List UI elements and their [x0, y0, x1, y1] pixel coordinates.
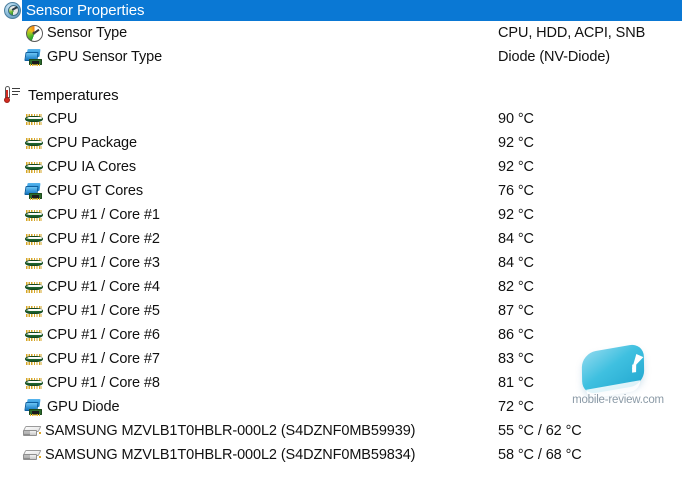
sensor-row-cpu1-core4[interactable]: CPU #1 / Core #4 82 °C	[0, 275, 682, 299]
chip-icon	[24, 229, 44, 249]
chip-icon	[24, 349, 44, 369]
sensor-label: CPU #1 / Core #7	[47, 350, 160, 367]
section-title: Sensor Properties	[26, 2, 145, 19]
sensor-label: SAMSUNG MZVLB1T0HBLR-000L2 (S4DZNF0MB599…	[45, 422, 416, 439]
section-header-temperatures[interactable]: Temperatures	[0, 83, 682, 107]
gauge-sphere-icon	[4, 1, 22, 20]
sensor-label: CPU #1 / Core #8	[47, 374, 160, 391]
sensor-value: 86 °C	[498, 326, 534, 343]
sensor-label: CPU #1 / Core #6	[47, 326, 160, 343]
thermometer-icon	[3, 85, 23, 105]
sensor-value: 92 °C	[498, 158, 534, 175]
chip-icon	[24, 301, 44, 321]
chip-icon	[24, 325, 44, 345]
sensor-row-ssd-2[interactable]: SAMSUNG MZVLB1T0HBLR-000L2 (S4DZNF0MB598…	[0, 443, 682, 467]
chip-icon	[24, 157, 44, 177]
drive-icon	[22, 421, 42, 441]
gpu-icon	[23, 181, 44, 201]
sensor-value: 92 °C	[498, 206, 534, 223]
sensor-label: SAMSUNG MZVLB1T0HBLR-000L2 (S4DZNF0MB598…	[45, 446, 416, 463]
chip-icon	[24, 109, 44, 129]
sensor-row-ssd-1[interactable]: SAMSUNG MZVLB1T0HBLR-000L2 (S4DZNF0MB599…	[0, 419, 682, 443]
sensor-row-cpu-ia-cores[interactable]: CPU IA Cores 92 °C	[0, 155, 682, 179]
section-header-sensor-properties[interactable]: Sensor Properties	[0, 0, 682, 21]
sensor-label: GPU Diode	[47, 398, 120, 415]
gauge-icon	[24, 23, 44, 43]
sensor-value: 87 °C	[498, 302, 534, 319]
sensor-label: GPU Sensor Type	[47, 48, 163, 65]
sensor-label: CPU Package	[47, 134, 137, 151]
sensor-row-cpu1-core1[interactable]: CPU #1 / Core #1 92 °C	[0, 203, 682, 227]
sensor-label: CPU #1 / Core #3	[47, 254, 160, 271]
section-title: Temperatures	[28, 86, 119, 104]
sensor-value: 83 °C	[498, 350, 534, 367]
sensor-row-cpu1-core6[interactable]: CPU #1 / Core #6 86 °C	[0, 323, 682, 347]
sensor-value: 72 °C	[498, 398, 534, 415]
sensor-value: CPU, HDD, ACPI, SNB	[498, 24, 646, 41]
chip-icon	[24, 133, 44, 153]
sensor-row-cpu1-core3[interactable]: CPU #1 / Core #3 84 °C	[0, 251, 682, 275]
sensor-value: 76 °C	[498, 182, 534, 199]
sensor-row-cpu1-core8[interactable]: CPU #1 / Core #8 81 °C	[0, 371, 682, 395]
sensor-label: CPU #1 / Core #4	[47, 278, 160, 295]
sensor-readings-panel: Sensor Properties Sensor Type CPU, HDD, …	[0, 0, 682, 503]
sensor-value: 92 °C	[498, 134, 534, 151]
sensor-label: Sensor Type	[47, 24, 128, 41]
drive-icon	[22, 445, 42, 465]
sensor-row-cpu[interactable]: CPU 90 °C	[0, 107, 682, 131]
sensor-value: 81 °C	[498, 374, 534, 391]
sensor-label: CPU IA Cores	[47, 158, 137, 175]
sensor-row-cpu1-core5[interactable]: CPU #1 / Core #5 87 °C	[0, 299, 682, 323]
sensor-label: CPU GT Cores	[47, 182, 144, 199]
sensor-row-cpu-package[interactable]: CPU Package 92 °C	[0, 131, 682, 155]
sensor-row-gpu-diode[interactable]: GPU Diode 72 °C	[0, 395, 682, 419]
sensor-row-cpu1-core2[interactable]: CPU #1 / Core #2 84 °C	[0, 227, 682, 251]
sensor-row-gpu-sensor-type[interactable]: GPU Sensor Type Diode (NV-Diode)	[0, 45, 682, 69]
sensor-value: 84 °C	[498, 254, 534, 271]
sensor-row-cpu-gt-cores[interactable]: CPU GT Cores 76 °C	[0, 179, 682, 203]
gpu-icon	[23, 47, 44, 67]
chip-icon	[24, 253, 44, 273]
gpu-icon	[23, 397, 44, 417]
chip-icon	[24, 277, 44, 297]
sensor-row-sensor-type[interactable]: Sensor Type CPU, HDD, ACPI, SNB	[0, 21, 682, 45]
sensor-label: CPU	[47, 110, 78, 127]
sensor-value: 55 °C / 62 °C	[498, 422, 582, 439]
sensor-label: CPU #1 / Core #1	[47, 206, 160, 223]
sensor-row-cpu1-core7[interactable]: CPU #1 / Core #7 83 °C	[0, 347, 682, 371]
sensor-value: 58 °C / 68 °C	[498, 446, 582, 463]
sensor-value: 82 °C	[498, 278, 534, 295]
sensor-label: CPU #1 / Core #2	[47, 230, 160, 247]
chip-icon	[24, 373, 44, 393]
sensor-label: CPU #1 / Core #5	[47, 302, 160, 319]
sensor-value: 90 °C	[498, 110, 534, 127]
sensor-value: Diode (NV-Diode)	[498, 48, 611, 65]
sensor-value: 84 °C	[498, 230, 534, 247]
chip-icon	[24, 205, 44, 225]
